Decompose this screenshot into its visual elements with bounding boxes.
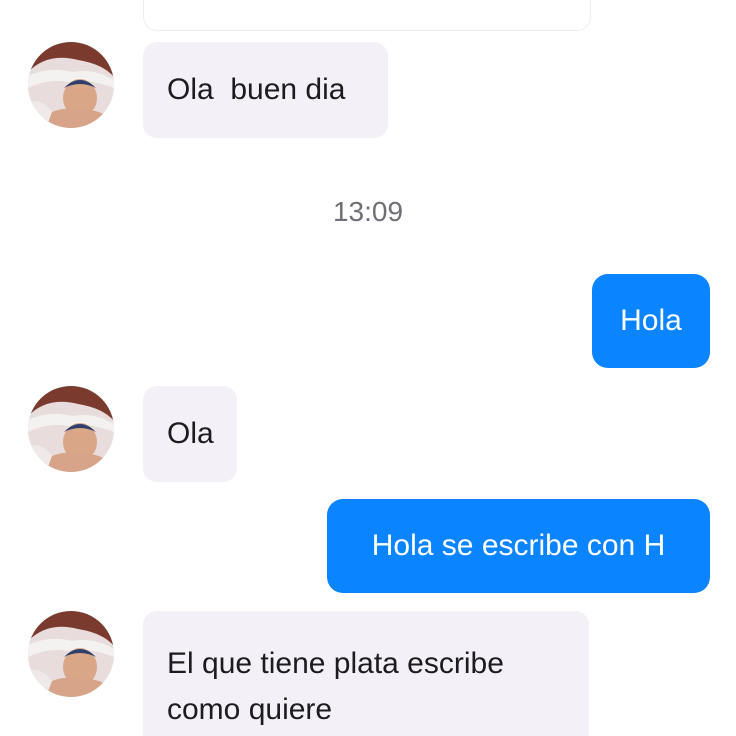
outgoing-message-bubble[interactable]: Hola se escribe con H [327,499,710,593]
contact-avatar[interactable] [28,611,114,697]
message-text: Ola buen dia [167,73,346,106]
incoming-message-bubble[interactable]: El que tiene plata escribe como quiere [143,611,589,736]
outgoing-message-bubble[interactable]: Hola [592,274,710,368]
chat-screen: Ola buen dia 13:09 Hola Ola Hola se escr… [0,0,736,736]
incoming-message-bubble[interactable]: Ola [143,386,237,482]
contact-avatar[interactable] [28,386,114,472]
avatar-photo-icon [28,42,114,128]
previous-message-bubble[interactable] [143,0,591,31]
avatar-photo-icon [28,611,114,697]
message-text: Ola [167,417,214,450]
incoming-message-bubble[interactable]: Ola buen dia [143,42,388,138]
message-text: Hola se escribe con H [371,529,666,562]
message-timestamp: 13:09 [332,196,404,227]
message-text: El que tiene plata escribe como quiere [167,647,504,726]
message-text: Hola [620,304,682,337]
avatar-photo-icon [28,386,114,472]
contact-avatar[interactable] [28,42,114,128]
